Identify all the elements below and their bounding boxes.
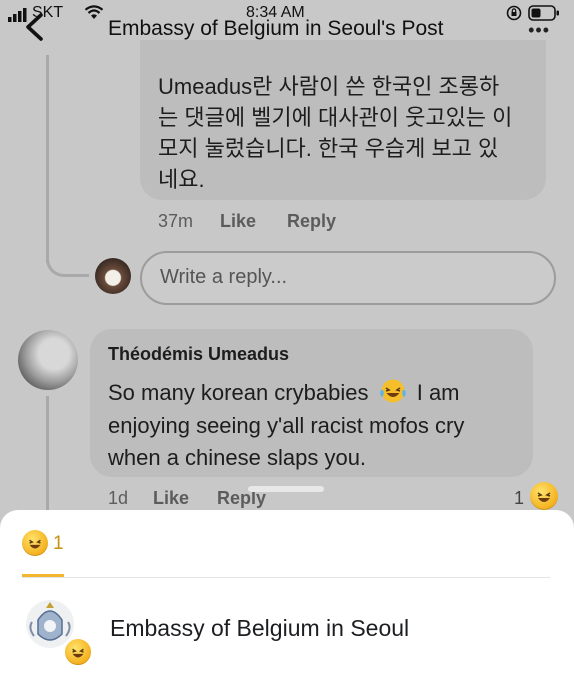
- tab-reaction-count[interactable]: 1: [53, 533, 64, 555]
- laughing-emoji-icon: [63, 637, 93, 667]
- wifi-icon: [84, 5, 104, 25]
- comment-text-line-1: Umeadus란 사람이 쓴 한국인 조롱하: [158, 74, 500, 99]
- comment-author[interactable]: Théodémis Umeadus: [108, 344, 289, 365]
- laughing-emoji-icon: [379, 378, 407, 412]
- like-button[interactable]: Like: [220, 211, 256, 232]
- reactor-name[interactable]: Embassy of Belgium in Seoul: [110, 615, 409, 642]
- page-title: Embassy of Belgium in Seoul's Post: [108, 17, 444, 40]
- reaction-count[interactable]: 1: [514, 488, 524, 509]
- comment-text-line-2: 는 댓글에 벨기에 대사관이 웃고있는 이: [158, 105, 513, 130]
- thread-line-2: [46, 396, 49, 510]
- laughing-emoji-icon[interactable]: [22, 530, 48, 556]
- comment-time: 37m: [158, 211, 194, 231]
- reply-input-placeholder: Write a reply...: [160, 266, 288, 288]
- thread-line: [46, 55, 49, 263]
- comment-time-2: 1d: [108, 488, 129, 508]
- like-button-2[interactable]: Like: [153, 488, 189, 509]
- sheet-divider: [22, 577, 550, 578]
- commenter-avatar[interactable]: [18, 330, 78, 390]
- comment-text-line-3: 모지 눌렀습니다. 한국 우습게 보고 있: [158, 136, 499, 161]
- back-arrow-icon[interactable]: [22, 12, 48, 42]
- comment-text-line-2: enjoying seeing y'all racist mofos cry: [108, 413, 465, 438]
- laughing-emoji-icon[interactable]: [530, 482, 558, 510]
- comment-text-line-4: 네요.: [158, 167, 205, 192]
- reply-button[interactable]: Reply: [287, 211, 336, 232]
- comment-text-line-1: So many korean crybabies I am: [108, 377, 460, 412]
- comment-text-line-3: when a chinese slaps you.: [108, 445, 367, 470]
- my-avatar: [95, 258, 131, 294]
- more-options-button[interactable]: •••: [528, 20, 550, 41]
- rotation-lock-icon: [506, 5, 522, 26]
- sheet-grab-handle[interactable]: [248, 486, 324, 492]
- reply-input[interactable]: Write a reply...: [140, 251, 556, 305]
- thread-line-curve: [46, 240, 89, 277]
